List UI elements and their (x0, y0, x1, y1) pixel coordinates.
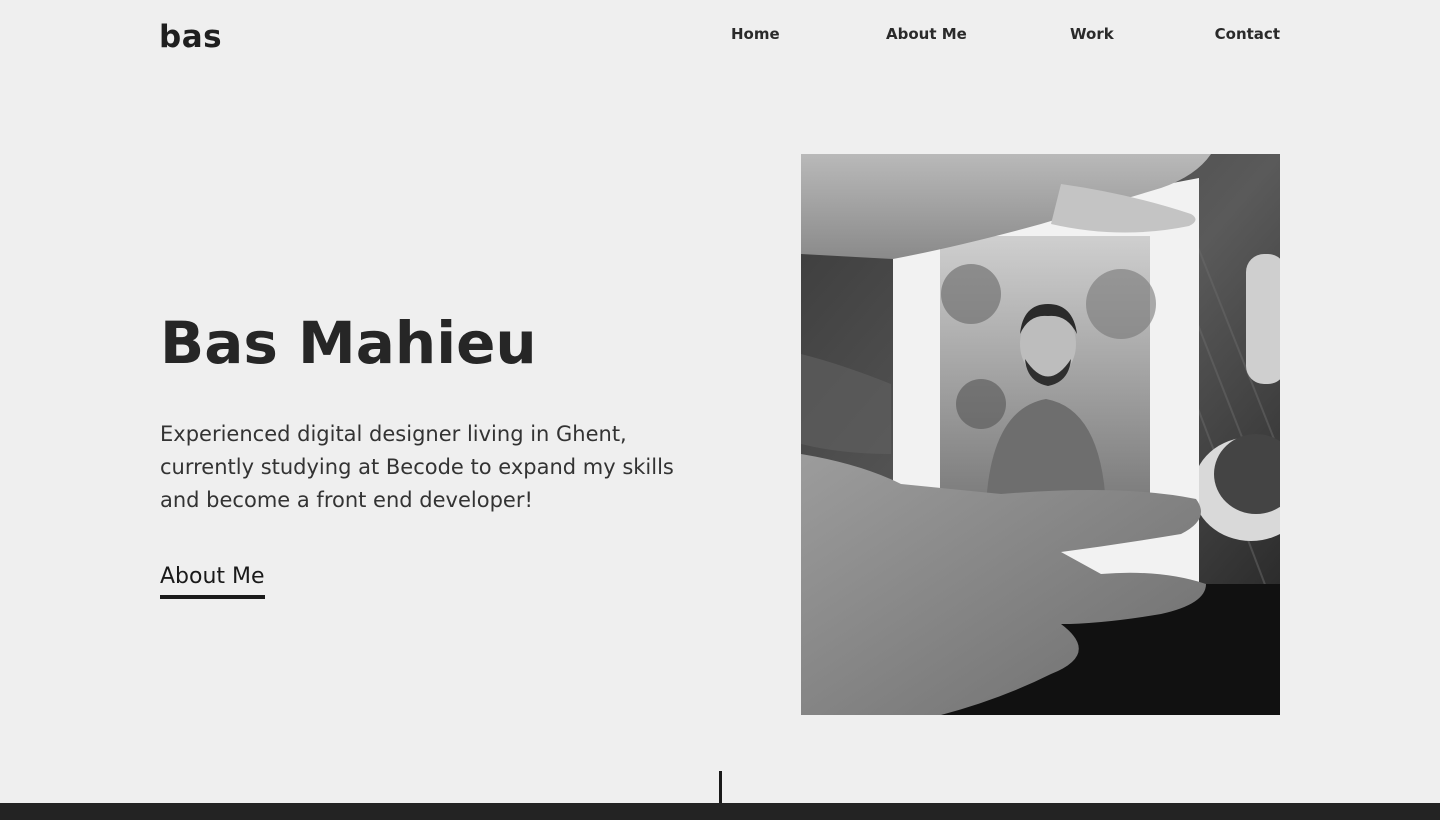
nav-about-me[interactable]: About Me (886, 22, 967, 46)
footer-bar (0, 803, 1440, 820)
nav-home[interactable]: Home (731, 22, 780, 46)
about-me-link[interactable]: About Me (160, 562, 265, 599)
hero-photo (801, 154, 1280, 715)
photo-illustration (801, 154, 1280, 715)
hero-title: Bas Mahieu (160, 309, 537, 377)
hero-description: Experienced digital designer living in G… (160, 422, 674, 512)
page: bas Home About Me Work Contact Bas Mahie… (0, 0, 1440, 820)
scroll-indicator (719, 771, 722, 803)
nav-work[interactable]: Work (1070, 22, 1114, 46)
main-nav: Home About Me Work Contact (0, 22, 1440, 46)
nav-contact[interactable]: Contact (1215, 22, 1280, 46)
